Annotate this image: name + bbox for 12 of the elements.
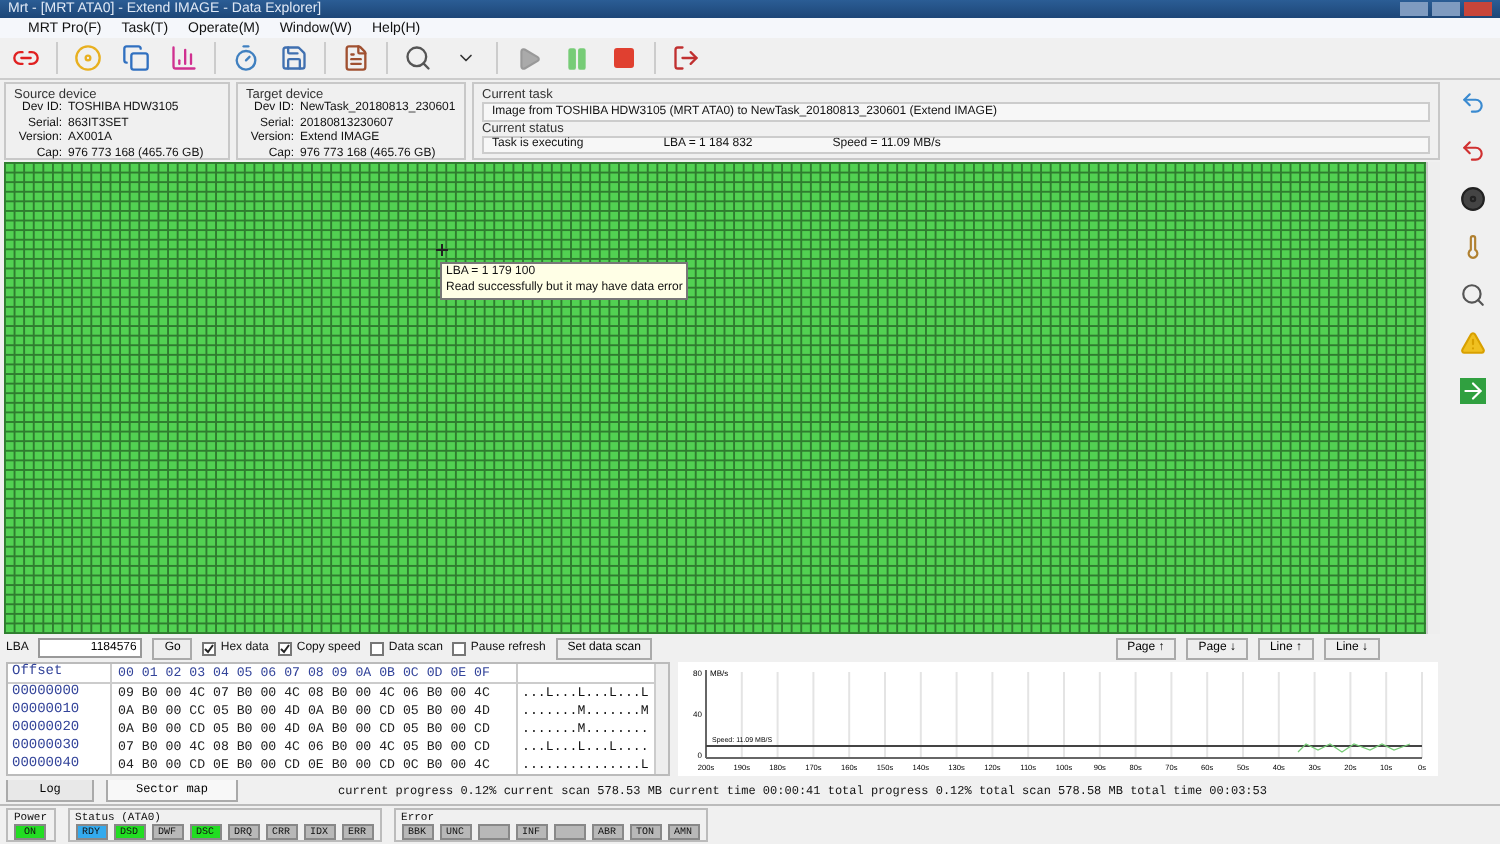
checkbox[interactable]	[202, 641, 217, 655]
checkbox[interactable]	[452, 641, 467, 655]
search-icon[interactable]	[400, 40, 436, 76]
save-icon[interactable]	[276, 40, 312, 76]
checkbox[interactable]	[370, 641, 385, 655]
arrow-right-icon[interactable]	[1454, 372, 1490, 408]
speed-trace	[1297, 743, 1411, 753]
scrollbar[interactable]	[654, 664, 668, 774]
copy-icon[interactable]	[118, 40, 154, 76]
bar-chart-icon[interactable]	[166, 40, 202, 76]
cursor-icon	[434, 242, 450, 262]
checkbox[interactable]	[278, 641, 293, 655]
